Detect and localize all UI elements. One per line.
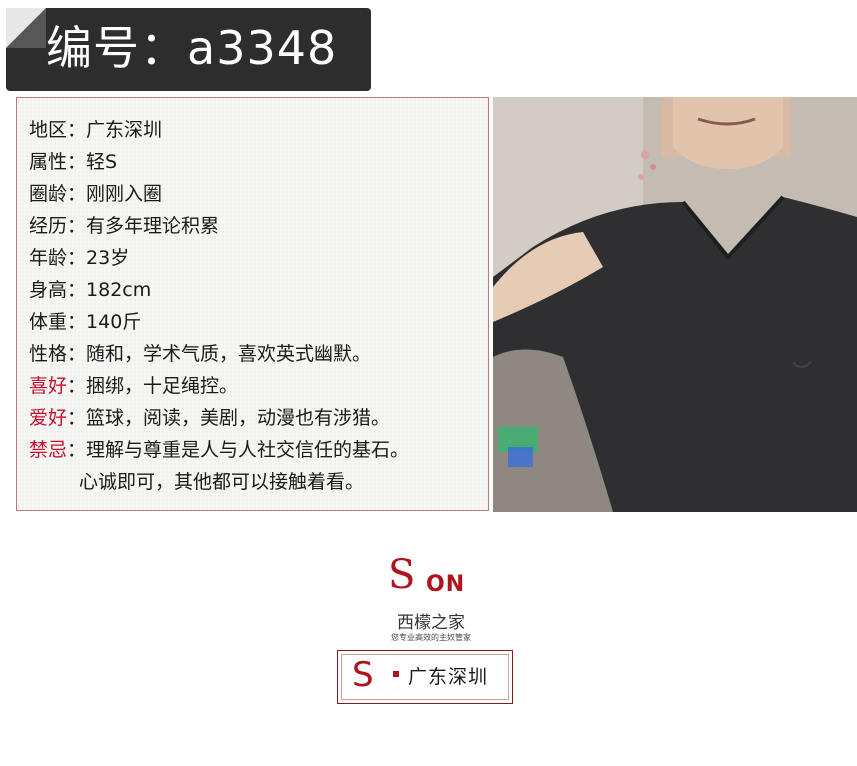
profile-row: 喜好：捆绑，十足绳控。: [29, 370, 409, 402]
row-value: 随和，学术气质，喜欢英式幽默。: [86, 343, 372, 365]
region-letter: S: [352, 655, 374, 695]
row-value: 有多年理论积累: [86, 215, 220, 237]
row-value: 捆绑，十足绳控。: [86, 375, 239, 397]
person-photo-illustration: [493, 97, 857, 512]
region-badge: S 广东深圳: [337, 650, 513, 704]
logo-s-mark: S: [388, 552, 416, 598]
corner-fold: [6, 8, 46, 48]
profile-row: 经历：有多年理论积累: [29, 210, 409, 242]
brand-tagline: 您专业高效的主奴管家: [391, 633, 471, 642]
row-label: 属性：: [29, 151, 87, 173]
row-label-highlight: 禁忌: [29, 439, 68, 461]
profile-row-continuation: 心诚即可，其他都可以接触着看。: [79, 471, 365, 493]
row-label: 身高：: [29, 279, 87, 301]
row-label: 体重：: [29, 311, 87, 333]
profile-row: 性格：随和，学术气质，喜欢英式幽默。: [29, 338, 409, 370]
profile-row: 地区：广东深圳: [29, 114, 409, 146]
row-value: 篮球，阅读，美剧，动漫也有涉猎。: [86, 407, 391, 429]
profile-id-title: 编号：a3348: [46, 21, 338, 75]
profile-row: 圈龄：刚刚入圈: [29, 178, 409, 210]
profile-info-list: 地区：广东深圳 属性：轻S 圈龄：刚刚入圈 经历：有多年理论积累 年龄：23岁 …: [29, 114, 409, 498]
brand-name: 西檬之家: [397, 613, 465, 633]
bullet-dot-icon: [393, 671, 399, 677]
row-label: 性格：: [29, 343, 87, 365]
logo-on-mark: ON: [426, 572, 466, 597]
row-value: 23岁: [86, 247, 130, 269]
row-label: 地区：: [29, 119, 87, 141]
row-separator: ：: [67, 375, 87, 397]
header-banner: 编号：a3348: [6, 8, 371, 91]
row-label: 经历：: [29, 215, 87, 237]
row-label: 圈龄：: [29, 183, 87, 205]
profile-row: 爱好：篮球，阅读，美剧，动漫也有涉猎。: [29, 402, 409, 434]
profile-row: 身高：182cm: [29, 274, 409, 306]
row-separator: ：: [67, 407, 87, 429]
row-label: 年龄：: [29, 247, 87, 269]
person-photo: [493, 97, 857, 512]
row-value: 182cm: [86, 279, 152, 301]
row-value: 广东深圳: [86, 119, 163, 141]
profile-info-card: 地区：广东深圳 属性：轻S 圈龄：刚刚入圈 经历：有多年理论积累 年龄：23岁 …: [16, 97, 489, 511]
row-label-highlight: 喜好: [29, 375, 68, 397]
row-value: 140斤: [86, 311, 142, 333]
profile-row: 年龄：23岁: [29, 242, 409, 274]
row-label-highlight: 爱好: [29, 407, 68, 429]
region-text: 广东深圳: [408, 666, 489, 688]
row-separator: ：: [67, 439, 87, 461]
profile-row: 禁忌：理解与尊重是人与人社交信任的基石。: [29, 434, 409, 466]
row-value: 刚刚入圈: [86, 183, 163, 205]
profile-row: 体重：140斤: [29, 306, 409, 338]
profile-row: 属性：轻S: [29, 146, 409, 178]
brand-logo: S ON 西檬之家 您专业高效的主奴管家: [376, 552, 486, 647]
row-value: 轻S: [86, 151, 118, 173]
row-value: 理解与尊重是人与人社交信任的基石。: [86, 439, 410, 461]
